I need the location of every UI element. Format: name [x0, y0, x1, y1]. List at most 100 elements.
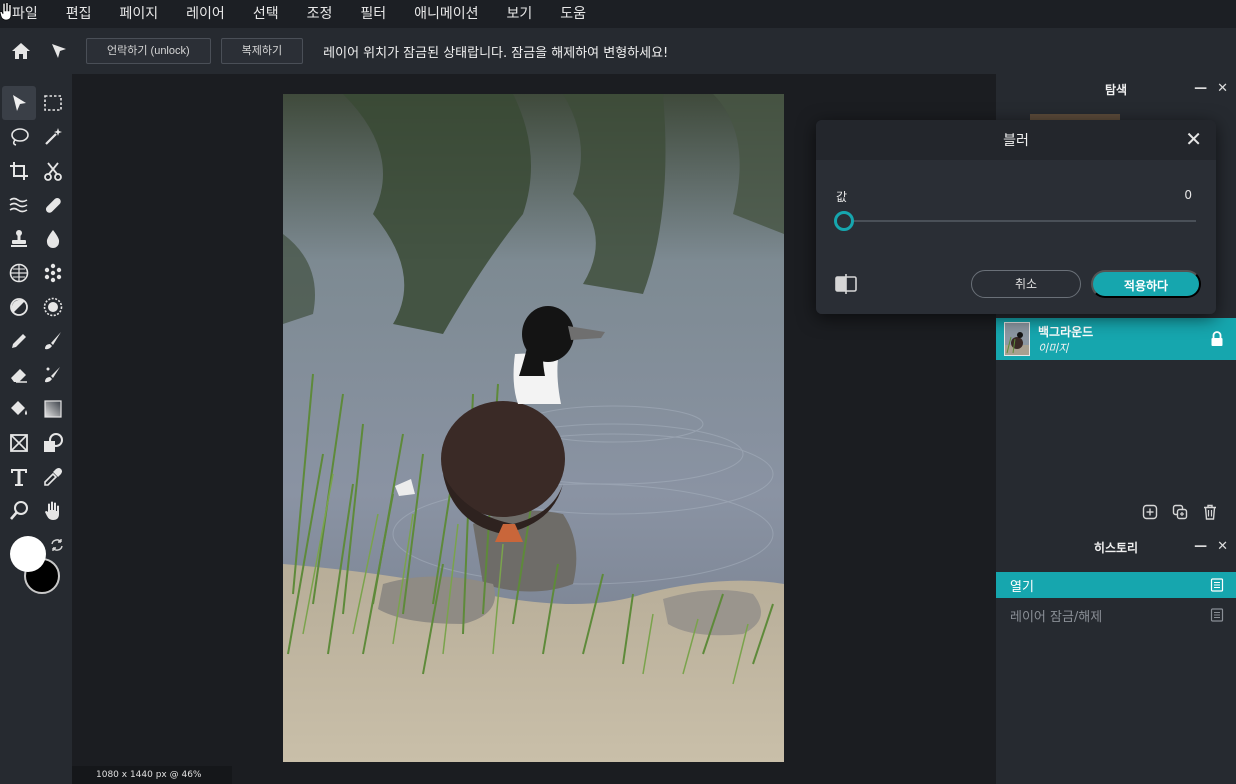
menu-help[interactable]: 도움 — [546, 0, 600, 28]
photo-editor-app: 파일 편집 페이지 레이어 선택 조정 필터 애니메이션 보기 도움 언락하기 … — [0, 0, 1236, 784]
duplicate-button[interactable]: 복제하기 — [220, 38, 304, 64]
pattern-tool[interactable] — [2, 256, 36, 290]
layer-type: 이미지 — [1038, 341, 1069, 355]
dots-cluster-icon — [44, 263, 62, 283]
document-icon — [1210, 578, 1224, 592]
minimize-icon[interactable]: — — [1194, 82, 1207, 96]
menu-layer[interactable]: 레이어 — [172, 0, 239, 28]
dodge-burn-tool[interactable] — [2, 290, 36, 324]
hand-icon — [45, 501, 59, 520]
blur-dialog: 블러 ✕ 값 0 취소 적용하다 — [816, 120, 1216, 314]
blur-tool[interactable] — [36, 222, 70, 256]
compare-icon[interactable] — [834, 274, 858, 294]
liquify-tool[interactable] — [2, 188, 36, 222]
gradient-tool[interactable] — [36, 392, 70, 426]
home-button[interactable] — [4, 34, 38, 68]
options-bar: 언락하기 (unlock) 복제하기 레이어 위치가 잠금된 상태랍니다. 잠금… — [0, 28, 1236, 74]
cut-tool[interactable] — [36, 154, 70, 188]
blur-slider-knob[interactable] — [834, 211, 854, 231]
menu-page[interactable]: 페이지 — [106, 0, 173, 28]
gradient-icon — [44, 400, 62, 418]
eraser-tool[interactable] — [2, 358, 36, 392]
cancel-button[interactable]: 취소 — [971, 270, 1081, 298]
clone-stamp-tool[interactable] — [2, 222, 36, 256]
document-icon — [1210, 608, 1224, 622]
zoom-tool[interactable] — [2, 494, 36, 528]
hand-tool[interactable] — [36, 494, 70, 528]
crop-icon — [10, 162, 28, 180]
shapes-icon — [44, 433, 63, 452]
value-label: 값 — [836, 190, 848, 204]
close-icon[interactable]: ✕ — [1217, 540, 1228, 554]
menu-filter[interactable]: 필터 — [346, 0, 400, 28]
lasso-icon — [11, 128, 29, 146]
magnifier-icon — [10, 501, 28, 520]
swap-colors-icon[interactable] — [50, 538, 64, 552]
dotted-circle-icon — [9, 263, 29, 283]
sun-icon — [43, 297, 63, 317]
tools-panel — [0, 74, 72, 784]
heal-tool[interactable] — [36, 188, 70, 222]
unlock-button[interactable]: 언락하기 (unlock) — [86, 38, 211, 64]
move-tool-indicator[interactable] — [42, 34, 76, 68]
home-icon — [12, 43, 30, 59]
menu-edit[interactable]: 편집 — [52, 0, 106, 28]
navigator-header: 탐색 — ✕ — [996, 74, 1236, 104]
drop-icon — [46, 230, 60, 248]
burn-tool[interactable] — [36, 290, 70, 324]
menu-adjust[interactable]: 조정 — [293, 0, 347, 28]
brush-tool[interactable] — [36, 324, 70, 358]
close-icon[interactable]: ✕ — [1185, 129, 1202, 149]
move-tool[interactable] — [2, 86, 36, 120]
layer-row[interactable]: 백그라운드 이미지 — [996, 318, 1236, 360]
pencil-tool[interactable] — [2, 324, 36, 358]
lock-icon[interactable] — [1210, 331, 1224, 347]
crop-tool[interactable] — [2, 154, 36, 188]
magic-wand-icon — [45, 128, 62, 145]
trash-icon[interactable] — [1202, 504, 1218, 520]
magic-wand-tool[interactable] — [36, 120, 70, 154]
menu-view[interactable]: 보기 — [493, 0, 547, 28]
pencil-icon — [12, 334, 26, 348]
layer-actions — [1142, 504, 1218, 520]
frame-tool[interactable] — [2, 426, 36, 460]
eyedropper-icon — [44, 468, 62, 486]
value-readout: 0 — [1184, 188, 1192, 202]
text-icon — [11, 469, 27, 486]
marquee-tool[interactable] — [36, 86, 70, 120]
replace-color-tool[interactable] — [36, 358, 70, 392]
canvas-image[interactable] — [283, 94, 784, 762]
sponge-tool[interactable] — [36, 256, 70, 290]
duck-photo — [283, 94, 784, 762]
history-item-lock-toggle[interactable]: 레이어 잠금/해제 — [996, 602, 1236, 628]
eyedropper-tool[interactable] — [36, 460, 70, 494]
menu-select[interactable]: 선택 — [239, 0, 293, 28]
layer-name: 백그라운드 — [1038, 324, 1094, 339]
history-item-open[interactable]: 열기 — [996, 572, 1236, 598]
dialog-header: 블러 ✕ — [816, 120, 1216, 160]
apply-button[interactable]: 적용하다 — [1091, 270, 1201, 298]
blur-slider-track[interactable] — [844, 220, 1196, 222]
scissors-icon — [44, 162, 62, 181]
history-panel: 히스토리 — ✕ 열기 레이어 잠금/해제 — [996, 532, 1236, 625]
add-layer-icon[interactable] — [1142, 504, 1158, 520]
text-tool[interactable] — [2, 460, 36, 494]
dialog-body: 값 0 취소 적용하다 — [816, 160, 1216, 314]
dashed-rectangle-icon — [44, 95, 62, 111]
history-title: 히스토리 — [1093, 540, 1139, 555]
eraser-icon — [11, 369, 27, 383]
menu-animation[interactable]: 애니메이션 — [400, 0, 492, 28]
close-icon[interactable]: ✕ — [1217, 82, 1228, 96]
paint-bucket-icon — [11, 401, 27, 415]
bucket-tool[interactable] — [2, 392, 36, 426]
history-item-label: 레이어 잠금/해제 — [1010, 609, 1103, 625]
lasso-tool[interactable] — [2, 120, 36, 154]
color-swatches — [8, 534, 68, 598]
shape-tool[interactable] — [36, 426, 70, 460]
foreground-color-swatch[interactable] — [10, 536, 46, 572]
dialog-title: 블러 — [1003, 133, 1029, 149]
duplicate-layer-icon[interactable] — [1172, 504, 1188, 520]
layer-thumbnail — [1004, 322, 1030, 356]
minimize-icon[interactable]: — — [1194, 540, 1207, 554]
contrast-icon — [10, 298, 28, 316]
